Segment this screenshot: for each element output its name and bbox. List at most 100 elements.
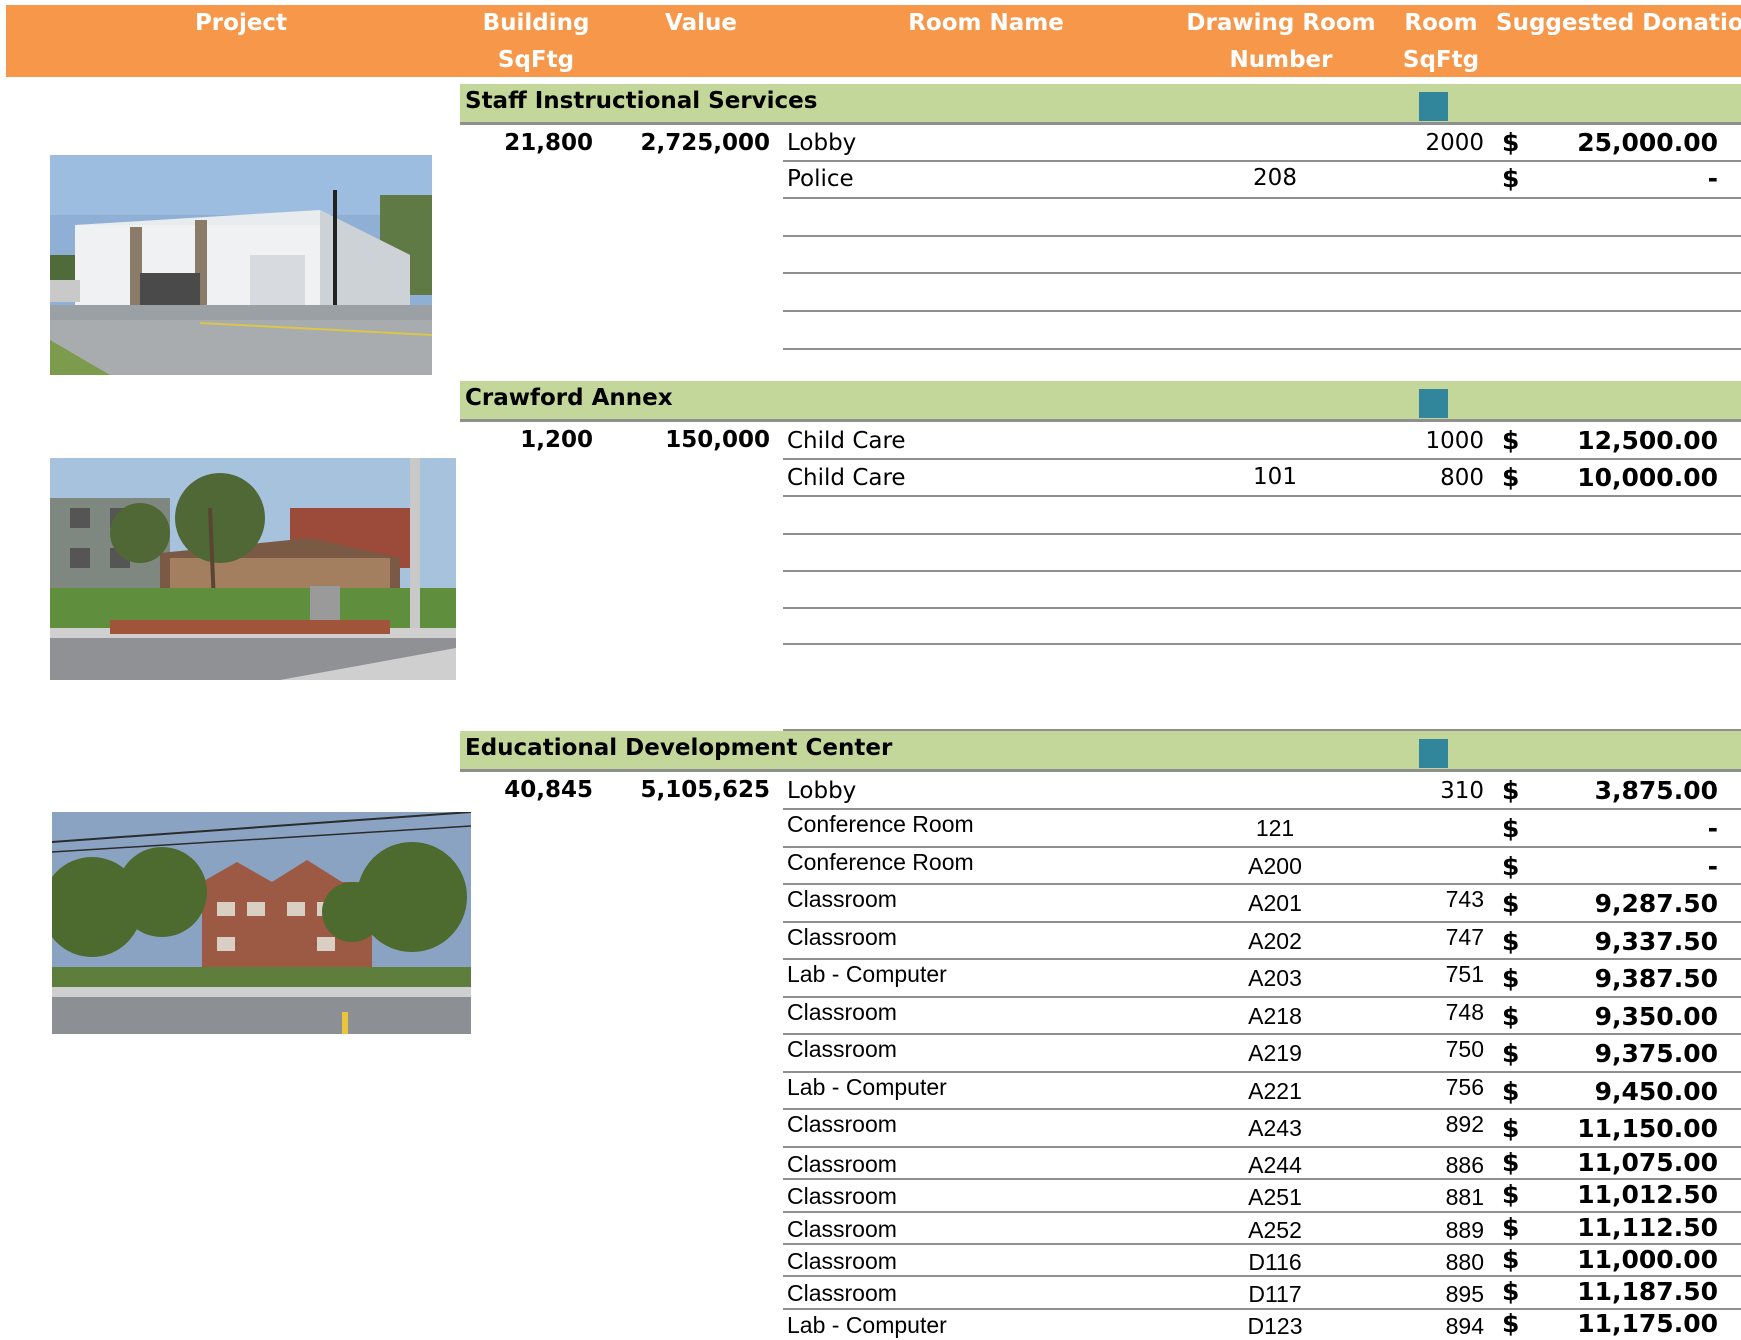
section-title: Crawford Annex [465, 385, 673, 411]
table-row[interactable]: Child Care 101 800 $ 10,000.00 [0, 460, 1741, 497]
col-header-project[interactable]: Project [156, 5, 326, 42]
table-row[interactable]: Classroom A202 747 $ 9,337.50 [0, 923, 1741, 960]
room-sqftg: 895 [1445, 1281, 1484, 1307]
empty-row[interactable] [0, 199, 1741, 237]
room-name: Lab - Computer [787, 1312, 947, 1338]
table-row[interactable]: Lobby 2000 $ 25,000.00 [0, 126, 1741, 162]
room-sqftg: 886 [1445, 1152, 1484, 1178]
room-sqftg: 756 [1445, 1074, 1484, 1100]
currency-symbol: $ [1502, 164, 1520, 193]
table-row[interactable]: Classroom A201 743 $ 9,287.50 [0, 885, 1741, 923]
table-row[interactable]: Classroom A252 889 $ 11,112.50 [0, 1213, 1741, 1245]
drawing-room-number: D116 [1248, 1249, 1302, 1275]
drawing-room-number: A244 [1248, 1152, 1302, 1178]
room-sqftg: 800 [1440, 465, 1484, 491]
table-row[interactable]: Conference Room A200 $ - [0, 848, 1741, 885]
drawing-room-number: A203 [1248, 965, 1302, 991]
room-sqftg: 1000 [1425, 428, 1484, 454]
currency-symbol: $ [1502, 1148, 1520, 1177]
room-sqftg: 748 [1445, 999, 1484, 1025]
suggested-donation: - [1707, 814, 1718, 843]
empty-row[interactable] [0, 535, 1741, 572]
room-name: Lobby [787, 130, 857, 156]
drawing-room-number: A221 [1248, 1078, 1302, 1104]
table-row[interactable]: Classroom D116 880 $ 11,000.00 [0, 1245, 1741, 1277]
room-name: Classroom [787, 1036, 897, 1062]
currency-symbol: $ [1502, 852, 1520, 881]
room-name: Classroom [787, 1111, 897, 1137]
currency-symbol: $ [1502, 426, 1520, 455]
section-marker [1419, 739, 1448, 768]
col-header-suggested-donation[interactable]: Suggested Donation [1496, 5, 1741, 42]
room-name: Lobby [787, 778, 857, 804]
room-name: Classroom [787, 1248, 897, 1274]
table-row[interactable]: Lab - Computer D123 894 $ 11,175.00 [0, 1309, 1741, 1339]
section-header-staff-instructional-services[interactable]: Staff Instructional Services [460, 84, 1741, 125]
col-header-room-sqftg[interactable]: Room SqFtg [1396, 5, 1486, 79]
empty-row[interactable] [0, 609, 1741, 645]
suggested-donation: 9,450.00 [1594, 1077, 1718, 1106]
section-title: Staff Instructional Services [465, 88, 818, 114]
col-header-drawing-line1: Drawing Room [1186, 10, 1376, 36]
currency-symbol: $ [1502, 1277, 1520, 1306]
room-name: Classroom [787, 1151, 897, 1177]
suggested-donation: 9,337.50 [1594, 927, 1718, 956]
drawing-room-number: 208 [1253, 165, 1297, 191]
table-row[interactable]: Conference Room 121 $ - [0, 810, 1741, 848]
table-row[interactable]: Child Care 1000 $ 12,500.00 [0, 423, 1741, 460]
room-name: Child Care [787, 465, 906, 491]
room-name: Lab - Computer [787, 961, 947, 987]
room-sqftg: 892 [1445, 1111, 1484, 1137]
room-sqftg: 747 [1445, 924, 1484, 950]
table-row[interactable]: Classroom A218 748 $ 9,350.00 [0, 998, 1741, 1035]
table-row[interactable]: Classroom A251 881 $ 11,012.50 [0, 1180, 1741, 1213]
col-header-room-sqftg-line1: Room [1404, 10, 1478, 36]
table-row[interactable]: Classroom A244 886 $ 11,075.00 [0, 1148, 1741, 1180]
section-header-crawford-annex[interactable]: Crawford Annex [460, 381, 1741, 422]
col-header-value[interactable]: Value [636, 5, 766, 42]
room-name: Classroom [787, 1216, 897, 1242]
table-row[interactable]: Classroom A243 892 $ 11,150.00 [0, 1110, 1741, 1148]
suggested-donation: 12,500.00 [1577, 426, 1718, 455]
suggested-donation: 11,012.50 [1577, 1180, 1718, 1209]
col-header-room-sqftg-line2: SqFtg [1402, 47, 1480, 73]
suggested-donation: - [1707, 852, 1718, 881]
drawing-room-number: A218 [1248, 1003, 1302, 1029]
suggested-donation: 11,187.50 [1577, 1277, 1718, 1306]
col-header-building-sqftg-line1: Building [482, 10, 590, 36]
table-row[interactable]: Lab - Computer A203 751 $ 9,387.50 [0, 960, 1741, 998]
suggested-donation: 11,175.00 [1577, 1309, 1718, 1338]
empty-row[interactable] [0, 312, 1741, 350]
table-row[interactable]: Lobby 310 $ 3,875.00 [0, 773, 1741, 810]
empty-row[interactable] [0, 497, 1741, 535]
room-sqftg: 880 [1445, 1249, 1484, 1275]
suggested-donation: - [1707, 164, 1718, 193]
table-row[interactable]: Lab - Computer A221 756 $ 9,450.00 [0, 1073, 1741, 1110]
room-sqftg: 310 [1440, 778, 1484, 804]
room-sqftg: 881 [1445, 1184, 1484, 1210]
empty-row[interactable] [0, 572, 1741, 609]
room-name: Classroom [787, 1280, 897, 1306]
room-name: Conference Room [787, 849, 974, 875]
col-header-drawing-room-number[interactable]: Drawing Room Number [1176, 5, 1386, 79]
table-row[interactable]: Classroom D117 895 $ 11,187.50 [0, 1277, 1741, 1310]
empty-row[interactable] [0, 274, 1741, 312]
room-name: Classroom [787, 886, 897, 912]
suggested-donation: 9,387.50 [1594, 964, 1718, 993]
currency-symbol: $ [1502, 927, 1520, 956]
table-row[interactable]: Classroom A219 750 $ 9,375.00 [0, 1035, 1741, 1073]
currency-symbol: $ [1502, 128, 1520, 157]
section-header-educational-development-center[interactable]: Educational Development Center [460, 731, 1741, 772]
room-name: Police [787, 166, 854, 192]
drawing-room-number: A201 [1248, 890, 1302, 916]
suggested-donation: 11,150.00 [1577, 1114, 1718, 1143]
table-row[interactable]: Police 208 $ - [0, 162, 1741, 199]
col-header-building-sqftg[interactable]: Building SqFtg [471, 5, 601, 79]
currency-symbol: $ [1502, 964, 1520, 993]
row-divider [783, 643, 1741, 645]
empty-row[interactable] [0, 237, 1741, 274]
suggested-donation: 11,000.00 [1577, 1245, 1718, 1274]
currency-symbol: $ [1502, 1114, 1520, 1143]
suggested-donation: 9,287.50 [1594, 889, 1718, 918]
col-header-room-name[interactable]: Room Name [866, 5, 1106, 42]
